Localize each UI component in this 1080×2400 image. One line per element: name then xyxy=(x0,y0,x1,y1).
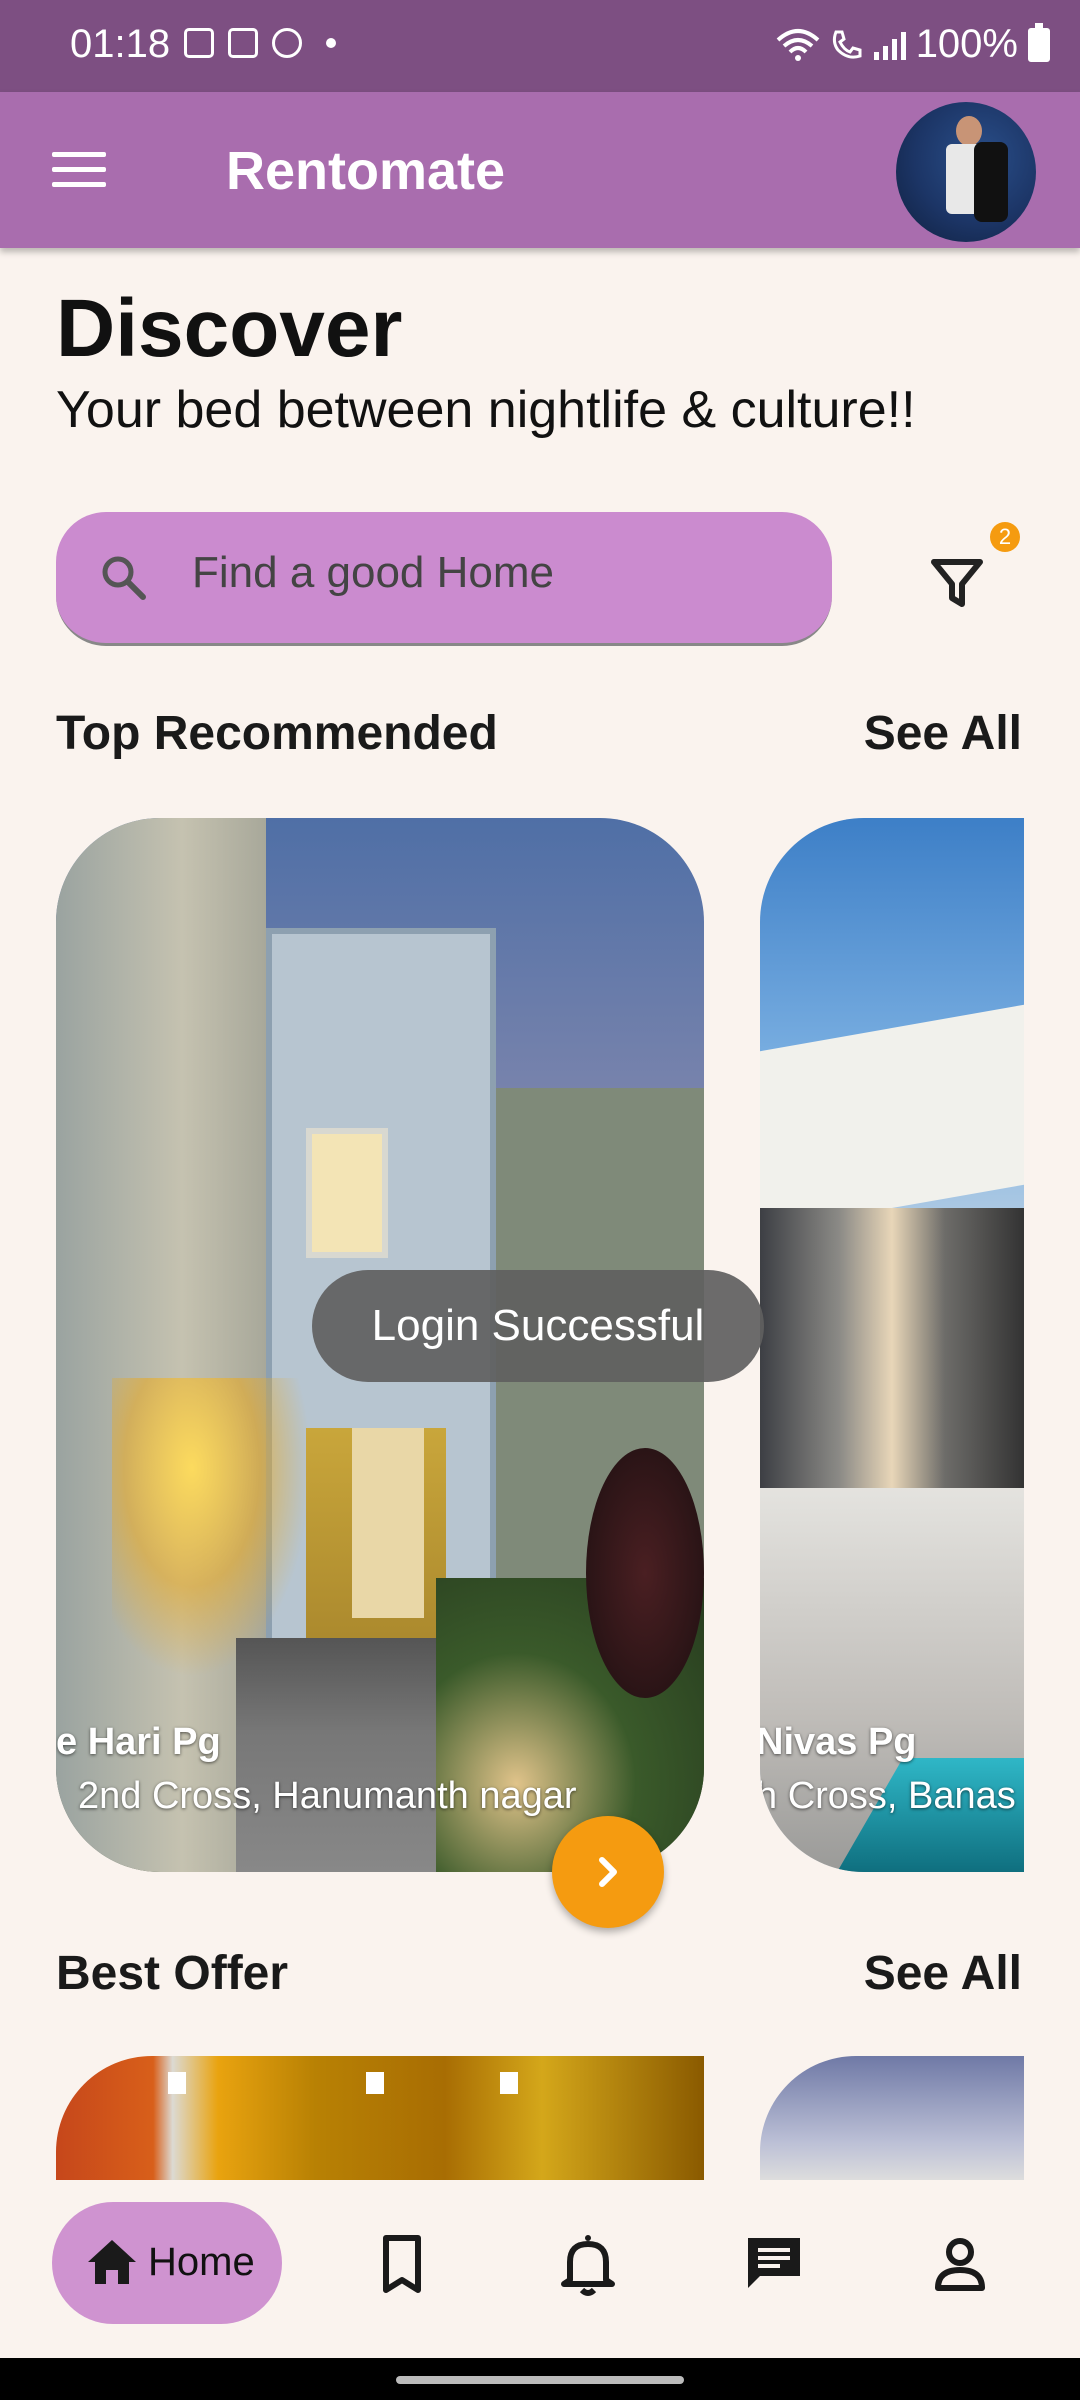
filter-button[interactable] xyxy=(920,534,994,624)
nav-home[interactable]: Home xyxy=(52,2202,282,2324)
next-button[interactable] xyxy=(552,1816,664,1928)
bottom-nav: Home xyxy=(0,2180,1080,2358)
call-icon xyxy=(832,30,862,59)
chevron-right-icon xyxy=(599,1857,617,1887)
offer-card[interactable] xyxy=(56,2056,704,2180)
gesture-bar xyxy=(0,2358,1080,2400)
search-input[interactable]: Find a good Home xyxy=(56,512,832,646)
facebook-icon xyxy=(272,28,302,58)
nav-home-label: Home xyxy=(148,2240,255,2284)
page-title: Discover xyxy=(56,283,403,374)
page-subtitle: Your bed between nightlife & culture!! xyxy=(56,381,916,439)
filter-icon xyxy=(931,559,983,607)
app-title: Rentomate xyxy=(226,141,506,201)
chat-icon xyxy=(748,2238,800,2288)
bell-icon xyxy=(561,2235,615,2296)
status-right: 100% xyxy=(776,22,1050,67)
nav-bookmark[interactable] xyxy=(362,2224,442,2304)
app-bar: Rentomate xyxy=(0,92,1080,248)
nav-profile[interactable] xyxy=(920,2224,1000,2304)
top-recommended-see-all[interactable]: See All xyxy=(864,706,1022,761)
status-bar: 01:18 100% xyxy=(0,0,1080,92)
more-notifications-dot xyxy=(326,38,336,48)
person-icon xyxy=(935,2238,985,2291)
menu-icon[interactable] xyxy=(52,152,106,188)
signal-icon xyxy=(873,30,906,60)
property-image xyxy=(760,818,1024,1872)
battery-percent: 100% xyxy=(915,22,1018,66)
wifi-icon xyxy=(776,28,820,61)
search-icon xyxy=(102,556,146,600)
gallery-icon xyxy=(184,28,214,58)
top-recommended-title: Top Recommended xyxy=(56,707,498,760)
battery-icon xyxy=(1028,22,1050,62)
best-offer-title: Best Offer xyxy=(56,1947,289,2000)
home-icon xyxy=(88,2240,136,2284)
offer-card[interactable] xyxy=(760,2056,1024,2180)
home-gesture-pill[interactable] xyxy=(396,2376,684,2384)
best-offer-see-all[interactable]: See All xyxy=(864,1946,1022,2001)
property-address: h Cross, Banas xyxy=(760,1775,1016,1817)
search-placeholder: Find a good Home xyxy=(192,548,554,597)
notification-icons xyxy=(184,28,336,58)
avatar[interactable] xyxy=(896,102,1036,242)
property-name: Nivas Pg xyxy=(760,1721,917,1763)
filter-badge: 2 xyxy=(990,522,1020,552)
cassette-icon xyxy=(228,28,258,58)
nav-chat[interactable] xyxy=(734,2224,814,2304)
property-card[interactable]: Nivas Pg h Cross, Banas xyxy=(760,818,1024,1872)
bookmark-icon xyxy=(383,2235,421,2293)
property-name: e Hari Pg xyxy=(56,1721,221,1763)
nav-notifications[interactable] xyxy=(548,2224,628,2304)
property-address: 2nd Cross, Hanumanth nagar xyxy=(78,1775,577,1817)
status-time: 01:18 xyxy=(70,22,171,66)
toast-message: Login Successful xyxy=(312,1270,764,1382)
